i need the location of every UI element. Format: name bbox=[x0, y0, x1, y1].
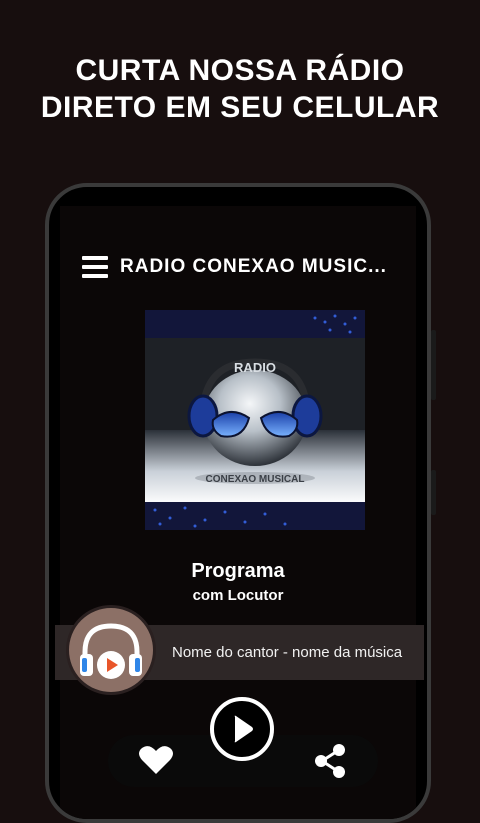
promo-line-2: DIRETO EM SEU CELULAR bbox=[40, 91, 440, 124]
cover-top-text: RADIO bbox=[234, 360, 276, 375]
promo-line-1: CURTA NOSSA RÁDIO bbox=[75, 54, 405, 87]
program-subtitle: com Locutor bbox=[192, 587, 284, 604]
cover-bottom-text: CONEXAO MUSICAL bbox=[206, 474, 305, 485]
now-playing-avatar bbox=[66, 605, 156, 695]
program-title: Programa bbox=[191, 560, 285, 582]
cover-art-image: RADIO CONEXAO MUSICAL bbox=[145, 310, 365, 530]
now-playing-text: Nome do cantor - nome da música bbox=[172, 644, 403, 661]
play-icon bbox=[234, 715, 253, 743]
hamburger-menu-icon[interactable] bbox=[82, 256, 108, 278]
favorite-heart-icon[interactable] bbox=[138, 744, 174, 776]
play-button[interactable] bbox=[210, 697, 274, 761]
station-cover-art: RADIO CONEXAO MUSICAL bbox=[145, 310, 365, 530]
share-icon[interactable] bbox=[313, 743, 347, 779]
phone-side-button-1 bbox=[431, 330, 436, 400]
app-title: RADIO CONEXAO MUSIC... bbox=[120, 256, 387, 277]
headphones-play-icon bbox=[80, 623, 142, 679]
promo-headline: CURTA NOSSA RÁDIO DIRETO EM SEU CELULAR bbox=[0, 52, 480, 126]
phone-side-button-2 bbox=[431, 470, 436, 515]
